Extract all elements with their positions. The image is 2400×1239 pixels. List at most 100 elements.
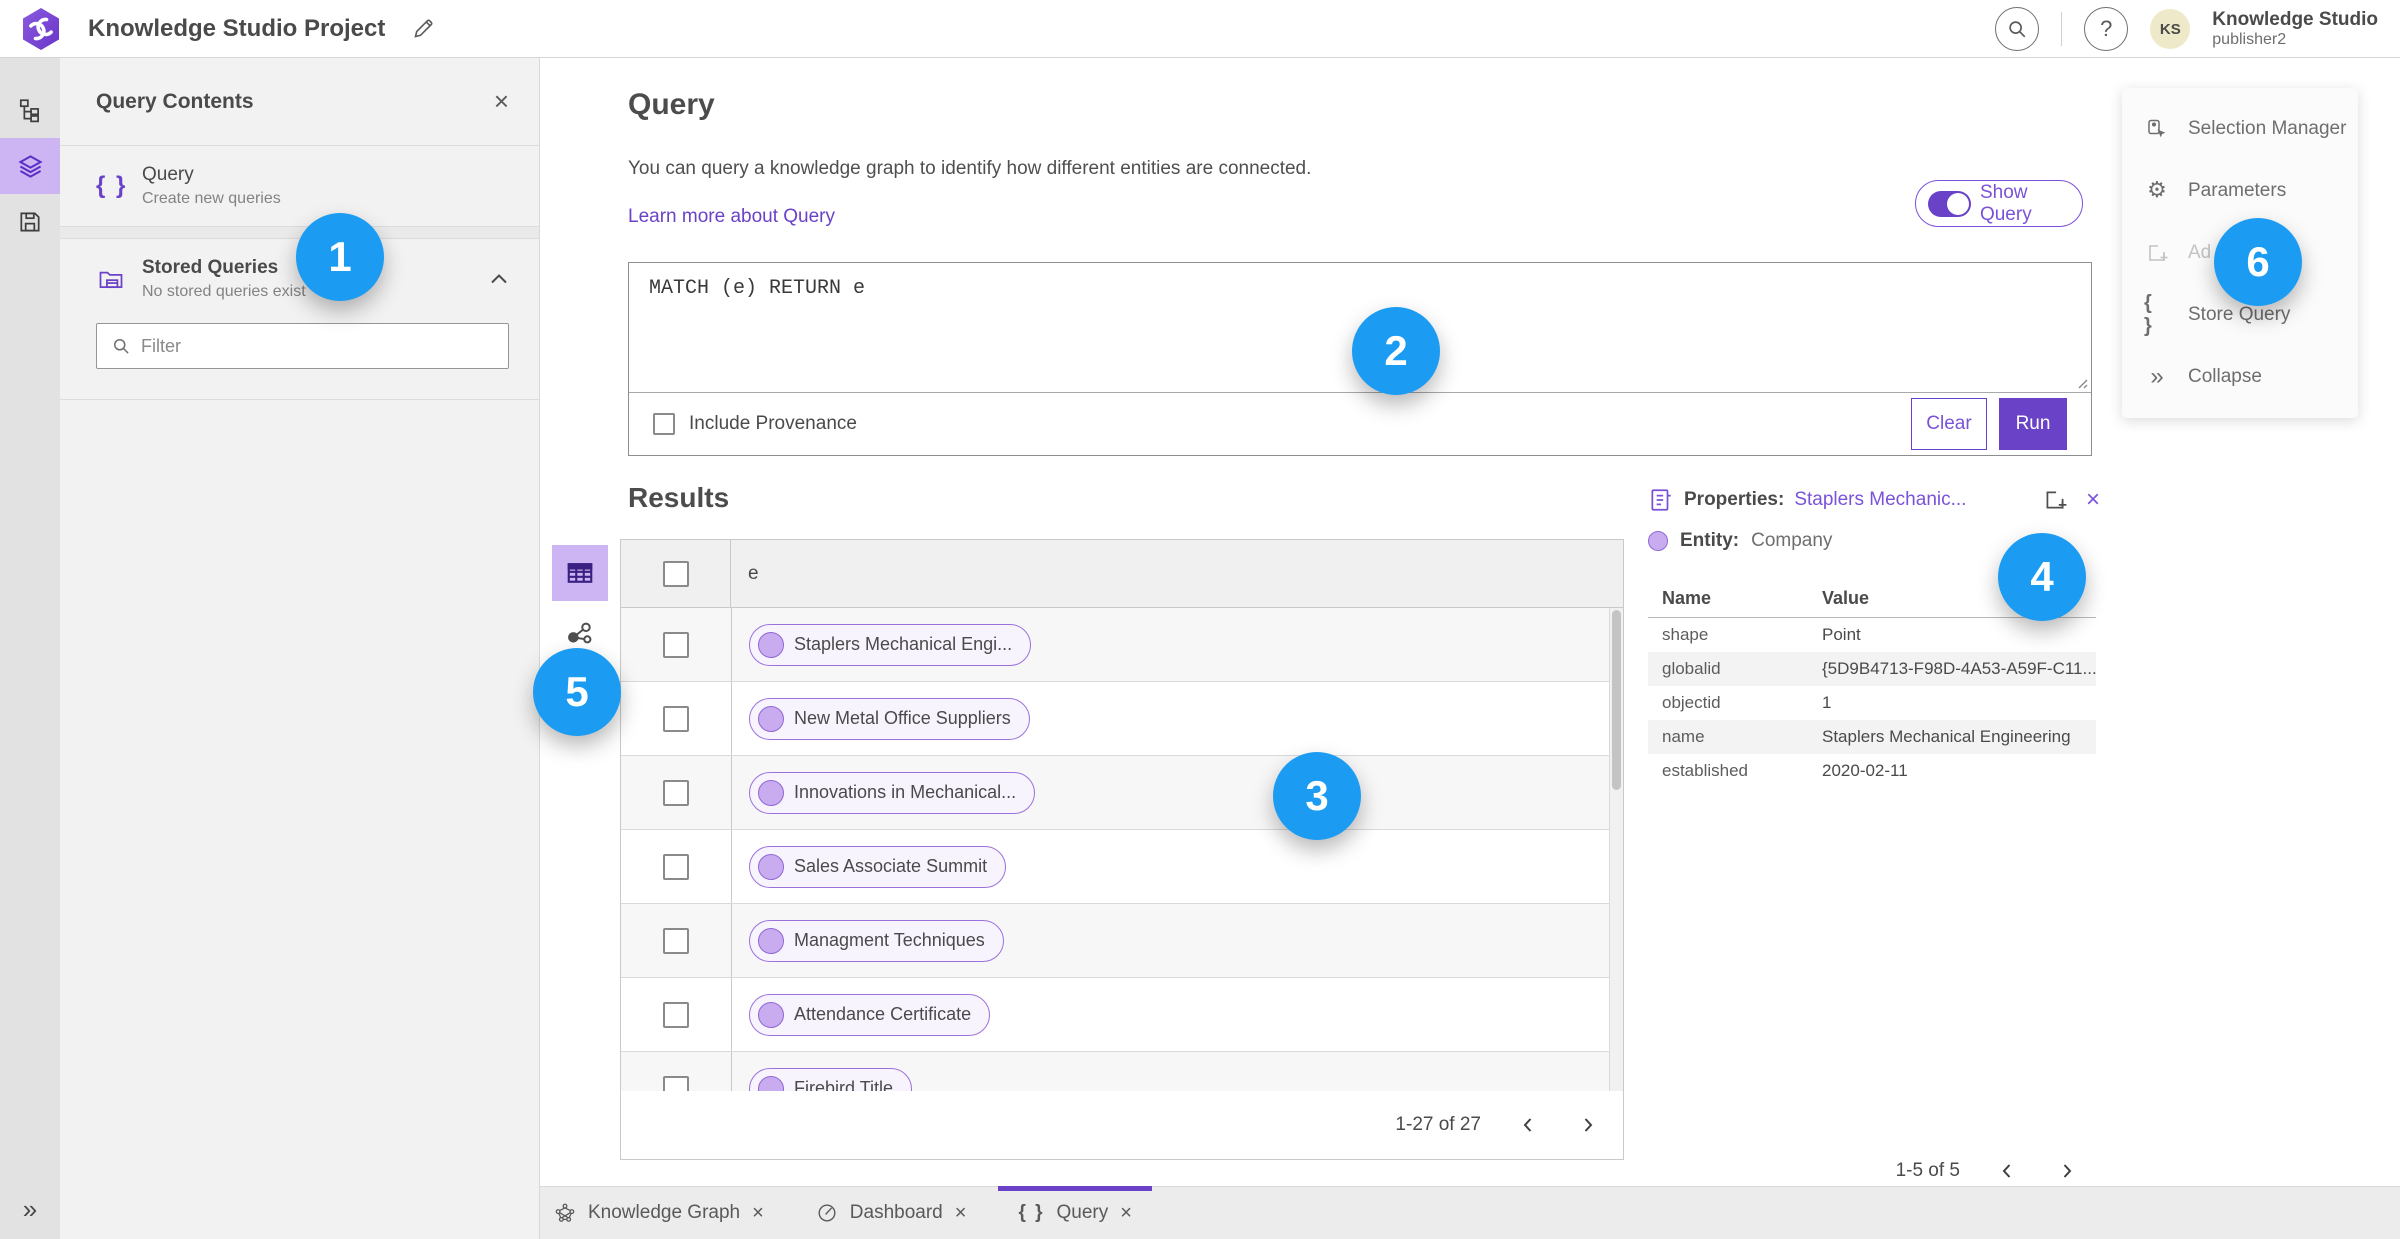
avatar[interactable]: KS: [2150, 9, 2191, 49]
edit-title-icon[interactable]: [411, 17, 435, 41]
property-row[interactable]: objectid 1: [1648, 686, 2096, 720]
add-to-frame-icon[interactable]: [2042, 487, 2068, 513]
table-row[interactable]: Managment Techniques: [621, 904, 1623, 978]
braces-icon: { }: [96, 172, 128, 199]
query-item[interactable]: { } Query Create new queries: [60, 146, 539, 227]
entity-pill[interactable]: Firebird Title: [749, 1067, 913, 1091]
prev-page-icon[interactable]: [1515, 1112, 1541, 1138]
row-checkbox[interactable]: [663, 853, 689, 880]
expand-rail-button[interactable]: »: [0, 1194, 60, 1225]
entity-pill[interactable]: Attendance Certificate: [749, 993, 991, 1036]
show-query-toggle[interactable]: Show Query: [1915, 180, 2083, 227]
results-scrollbar[interactable]: [1609, 608, 1623, 1091]
row-checkbox[interactable]: [663, 1001, 689, 1028]
properties-pagination-text: 1-5 of 5: [1895, 1160, 1960, 1181]
select-all-checkbox[interactable]: [662, 560, 689, 587]
resize-handle[interactable]: [2074, 375, 2088, 389]
entity-pill[interactable]: Innovations in Mechanical...: [749, 771, 1036, 814]
close-tab-icon[interactable]: ×: [955, 1202, 967, 1225]
entity-pill[interactable]: Sales Associate Summit: [749, 845, 1007, 888]
property-row[interactable]: name Staplers Mechanical Engineering: [1648, 720, 2096, 754]
query-contents-panel: Query Contents × { } Query Create new qu…: [60, 58, 540, 1239]
header-divider: [2061, 12, 2063, 46]
search-button[interactable]: [1995, 7, 2040, 51]
row-checkbox[interactable]: [663, 779, 689, 806]
row-checkbox[interactable]: [663, 705, 689, 732]
prop-value: Point: [1822, 625, 1861, 644]
help-button[interactable]: ?: [2084, 7, 2129, 51]
menu-item-parameters[interactable]: ⚙ Parameters: [2122, 160, 2358, 222]
collapse-icon: »: [2150, 363, 2164, 390]
include-provenance-label: Include Provenance: [689, 413, 857, 434]
row-checkbox[interactable]: [663, 927, 689, 954]
sidebar-item-hierarchy[interactable]: [0, 82, 60, 138]
column-header-e[interactable]: e: [731, 563, 759, 585]
entity-pill-label: Managment Techniques: [794, 930, 985, 950]
toggle-switch[interactable]: [1928, 190, 1971, 217]
gear-icon: ⚙: [2147, 178, 2167, 203]
table-row[interactable]: Innovations in Mechanical...: [621, 756, 1623, 830]
row-checkbox[interactable]: [663, 1075, 689, 1091]
close-panel-icon[interactable]: ×: [494, 86, 509, 117]
filter-input[interactable]: [141, 335, 494, 357]
add-to-frame-icon: [2144, 241, 2170, 265]
sidebar-item-save[interactable]: [0, 194, 60, 250]
clear-button[interactable]: Clear: [1911, 398, 1987, 450]
table-view-toggle[interactable]: [552, 545, 608, 601]
query-section-title: Query: [628, 88, 715, 121]
run-button[interactable]: Run: [1999, 398, 2067, 450]
entity-dot-icon: [758, 1075, 784, 1091]
tab-query[interactable]: { } Query ×: [992, 1186, 1158, 1239]
toggle-knob: [1946, 192, 1969, 215]
entity-pill-label: Attendance Certificate: [794, 1004, 972, 1024]
left-icon-rail: »: [0, 58, 60, 1239]
prop-value: 2020-02-11: [1822, 761, 1908, 780]
graph-icon: [568, 622, 592, 644]
table-row[interactable]: New Metal Office Suppliers: [621, 682, 1623, 756]
query-description: You can query a knowledge graph to ident…: [628, 158, 1312, 179]
entity-pill[interactable]: New Metal Office Suppliers: [749, 697, 1030, 740]
menu-item-collapse[interactable]: » Collapse: [2122, 346, 2358, 408]
entity-pill[interactable]: Staplers Mechanical Engi...: [749, 623, 1032, 666]
table-row[interactable]: Attendance Certificate: [621, 978, 1623, 1052]
selection-manager-icon: [2144, 117, 2170, 141]
properties-icon: [1651, 489, 1671, 511]
menu-item-selection-manager[interactable]: Selection Manager: [2122, 98, 2358, 160]
prev-page-icon[interactable]: [1994, 1158, 2020, 1184]
query-text[interactable]: MATCH (e) RETURN e: [649, 277, 2071, 300]
close-tab-icon[interactable]: ×: [752, 1202, 764, 1225]
close-properties-icon[interactable]: ×: [2086, 488, 2100, 512]
sidebar-item-layers[interactable]: [0, 138, 60, 194]
graph-view-toggle[interactable]: [564, 618, 596, 650]
property-row[interactable]: globalid {5D9B4713-F98D-4A53-A59F-C11...: [1648, 652, 2096, 686]
entity-dot-icon: [758, 631, 784, 658]
entity-pill-label: Innovations in Mechanical...: [794, 782, 1017, 802]
user-block[interactable]: Knowledge Studio publisher2: [2212, 9, 2378, 49]
table-row[interactable]: Firebird Title: [621, 1052, 1623, 1091]
property-row[interactable]: established 2020-02-11: [1648, 754, 2096, 788]
properties-entity-link[interactable]: Staplers Mechanic...: [1794, 489, 1966, 511]
prop-name: globalid: [1662, 659, 1721, 678]
table-row[interactable]: Staplers Mechanical Engi...: [621, 608, 1623, 682]
row-checkbox[interactable]: [663, 631, 689, 658]
entity-pill[interactable]: Managment Techniques: [749, 919, 1004, 962]
results-pagination-text: 1-27 of 27: [1395, 1114, 1481, 1135]
filter-field[interactable]: [96, 323, 509, 369]
include-provenance-checkbox[interactable]: [653, 413, 675, 435]
chevron-up-icon[interactable]: [489, 272, 509, 286]
table-row[interactable]: Sales Associate Summit: [621, 830, 1623, 904]
tab-knowledge-graph[interactable]: Knowledge Graph ×: [528, 1187, 790, 1239]
tab-label: Dashboard: [849, 1202, 943, 1223]
property-row[interactable]: shape Point: [1648, 618, 2096, 652]
page-title: Knowledge Studio Project: [88, 14, 386, 42]
annotation-circle-5: 5: [533, 648, 621, 736]
next-page-icon[interactable]: [1575, 1112, 1601, 1138]
next-page-icon[interactable]: [2054, 1158, 2080, 1184]
learn-more-link[interactable]: Learn more about Query: [628, 206, 835, 228]
scrollbar-thumb[interactable]: [1612, 610, 1621, 790]
annotation-circle-3: 3: [1273, 752, 1361, 840]
entity-dot-icon: [758, 1001, 784, 1028]
close-tab-icon[interactable]: ×: [1120, 1202, 1132, 1225]
tab-dashboard[interactable]: Dashboard ×: [790, 1187, 993, 1239]
properties-label: Properties:: [1684, 489, 1785, 510]
